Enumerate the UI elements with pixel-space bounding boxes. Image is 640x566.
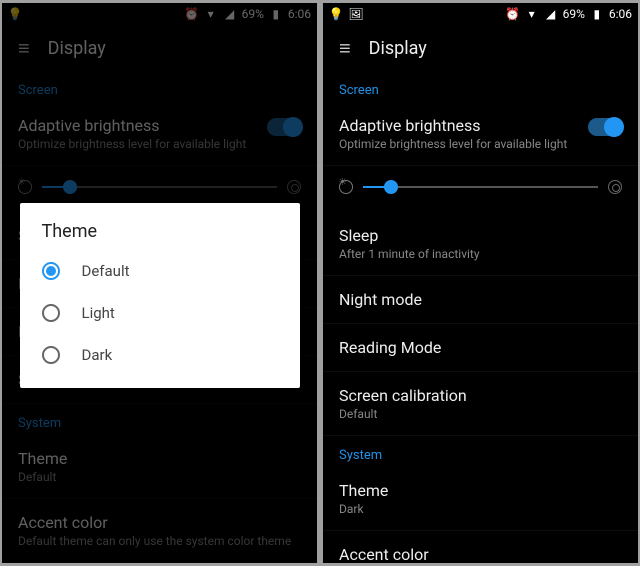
app-header: ≡ Display — [323, 25, 638, 71]
calibration-sub: Default — [339, 407, 622, 421]
brightness-thumb[interactable] — [384, 180, 398, 194]
row-theme[interactable]: Theme Dark — [323, 467, 638, 531]
reading-label: Reading Mode — [339, 338, 622, 357]
theme-dialog: Theme Default Light Dark — [20, 203, 300, 388]
night-label: Night mode — [339, 290, 622, 309]
adaptive-label: Adaptive brightness — [339, 116, 588, 135]
brightness-slider-row — [323, 166, 638, 212]
row-sleep[interactable]: Sleep After 1 minute of inactivity — [323, 212, 638, 276]
option-label: Default — [82, 262, 130, 280]
brightness-slider[interactable] — [363, 186, 598, 188]
battery-icon: ▮ — [590, 7, 604, 21]
screen-left: 💡 ⏰ ▾ ◢ 69% ▮ 6:06 ≡ Display Screen Adap… — [2, 3, 317, 563]
sleep-label: Sleep — [339, 226, 622, 245]
dialog-title: Theme — [20, 221, 300, 250]
page-title: Display — [369, 38, 427, 59]
option-label: Light — [82, 304, 115, 322]
option-label: Dark — [82, 346, 113, 364]
radio-icon — [42, 262, 60, 280]
wifi-icon: ▾ — [525, 7, 539, 21]
sleep-sub: After 1 minute of inactivity — [339, 247, 622, 261]
clock-text: 6:06 — [609, 7, 632, 21]
section-screen: Screen — [323, 71, 638, 102]
row-reading-mode[interactable]: Reading Mode — [323, 324, 638, 372]
row-adaptive-brightness[interactable]: Adaptive brightness Optimize brightness … — [323, 102, 638, 166]
status-bar: 💡 🖼 ⏰ ▾ ◢ 69% ▮ 6:06 — [323, 3, 638, 25]
signal-icon: ◢ — [544, 7, 558, 21]
calibration-label: Screen calibration — [339, 386, 622, 405]
adaptive-toggle[interactable] — [588, 118, 622, 136]
brightness-auto-icon — [608, 180, 622, 194]
radio-icon — [42, 304, 60, 322]
accent-label: Accent color — [339, 545, 622, 563]
brightness-low-icon — [339, 180, 353, 194]
dialog-overlay[interactable]: Theme Default Light Dark — [2, 3, 317, 563]
dialog-option-light[interactable]: Light — [20, 292, 300, 334]
row-accent[interactable]: Accent color Blue — [323, 531, 638, 563]
menu-icon[interactable]: ≡ — [339, 38, 351, 58]
dialog-option-default[interactable]: Default — [20, 250, 300, 292]
dialog-option-dark[interactable]: Dark — [20, 334, 300, 376]
radio-icon — [42, 346, 60, 364]
screen-right: 💡 🖼 ⏰ ▾ ◢ 69% ▮ 6:06 ≡ Display Screen Ad… — [323, 3, 638, 563]
row-night-mode[interactable]: Night mode — [323, 276, 638, 324]
battery-text: 69% — [563, 7, 585, 21]
row-calibration[interactable]: Screen calibration Default — [323, 372, 638, 436]
bulb-icon: 💡 — [329, 7, 343, 21]
adaptive-sub: Optimize brightness level for available … — [339, 137, 588, 151]
image-icon: 🖼 — [349, 7, 363, 21]
theme-label: Theme — [339, 481, 622, 500]
theme-sub: Dark — [339, 502, 622, 516]
alarm-icon: ⏰ — [506, 7, 520, 21]
section-system: System — [323, 436, 638, 467]
